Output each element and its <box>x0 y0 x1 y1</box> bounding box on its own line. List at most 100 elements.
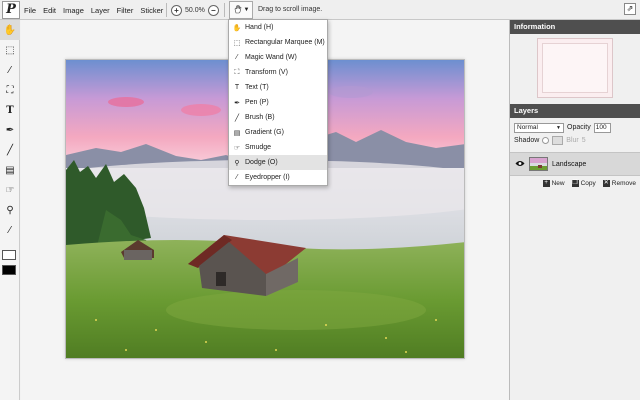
menu-filter[interactable]: Filter <box>117 6 134 15</box>
tool-palette: ✋ ⬚ ⁄ ⛶ T ✒ ╱ ▤ ☞ ⚲ ⁄ <box>0 20 20 400</box>
opacity-input[interactable]: 100 <box>593 122 611 133</box>
dropdown-item-eyedropper[interactable]: ⁄ Eyedropper (I) <box>229 170 327 185</box>
zoom-control: + 50.0% − <box>171 3 219 17</box>
dodge-icon: ⚲ <box>234 159 240 167</box>
gradient-icon: ▤ <box>5 164 15 176</box>
shadow-label: Shadow <box>514 137 540 144</box>
dropdown-item-label: Rectangular Marquee (M) <box>245 39 325 46</box>
layer-actions: + New ❐ Copy ✕ Remove <box>510 176 640 191</box>
text-icon: T <box>6 104 14 116</box>
layer-options: Normal ▼ Opacity 100 Shadow Blur 5 <box>510 118 640 150</box>
transform-icon: ⛶ <box>6 84 14 96</box>
layers-panel-title: Layers <box>510 104 640 118</box>
pen-icon: ✒ <box>234 99 240 107</box>
information-panel <box>510 34 640 104</box>
tool-select-button[interactable]: ▼ <box>229 1 253 19</box>
dropdown-item-label: Smudge <box>245 144 272 151</box>
smudge-tool-button[interactable]: ☞ <box>0 180 20 200</box>
tool-hint: Drag to scroll image. <box>258 6 323 13</box>
magic-wand-icon: ⁄ <box>236 54 238 61</box>
transform-tool-button[interactable]: ⛶ <box>0 80 20 100</box>
dropdown-item-label: Text (T) <box>245 84 269 91</box>
blend-mode-select[interactable]: Normal ▼ <box>514 122 564 133</box>
dropdown-item-label: Pen (P) <box>245 99 269 106</box>
information-panel-title: Information <box>510 20 640 34</box>
menu-sticker[interactable]: Sticker <box>140 6 163 15</box>
marquee-tool-button[interactable]: ⬚ <box>0 40 20 60</box>
hand-icon: ✋ <box>232 24 242 32</box>
text-tool-button[interactable]: T <box>0 100 20 120</box>
eye-icon[interactable] <box>515 159 525 169</box>
navigator-thumbnail[interactable] <box>537 38 613 98</box>
shadow-checkbox[interactable] <box>542 137 550 144</box>
layer-row[interactable]: Landscape <box>510 152 640 176</box>
menu-edit[interactable]: Edit <box>43 6 56 15</box>
menu-layer[interactable]: Layer <box>91 6 110 15</box>
blur-value[interactable]: 5 <box>582 137 586 144</box>
hand-tool-button[interactable]: ✋ <box>0 20 20 40</box>
zoom-value: 50.0% <box>185 6 205 14</box>
top-bar: P File Edit Image Layer Filter Sticker +… <box>0 0 640 20</box>
dodge-tool-button[interactable]: ⚲ <box>0 200 20 220</box>
color-swatches <box>2 250 16 275</box>
blur-label: Blur <box>566 137 579 144</box>
expand-icon[interactable]: ⇗ <box>624 3 636 15</box>
pen-icon: ✒ <box>5 124 15 136</box>
brush-icon: ╱ <box>234 114 240 122</box>
copy-layer-label: Copy <box>580 180 596 187</box>
eyedropper-icon: ⁄ <box>9 224 11 236</box>
dropdown-item-label: Magic Wand (W) <box>245 54 297 61</box>
layer-name: Landscape <box>552 160 587 168</box>
blend-mode-value: Normal <box>517 123 538 131</box>
hand-icon <box>233 4 243 16</box>
marquee-icon: ⬚ <box>5 44 15 56</box>
new-layer-button[interactable]: + New <box>542 180 565 187</box>
right-panel: Information Layers Normal ▼ Opacity 100 … <box>509 20 640 400</box>
dropdown-item-pen[interactable]: ✒ Pen (P) <box>229 95 327 110</box>
menu-file[interactable]: File <box>24 6 36 15</box>
dodge-icon: ⚲ <box>6 204 14 216</box>
zoom-in-button[interactable]: + <box>171 4 182 16</box>
dropdown-item-dodge[interactable]: ⚲ Dodge (O) <box>229 155 327 170</box>
layer-thumbnail <box>529 157 548 171</box>
chevron-down-icon: ▼ <box>556 124 561 131</box>
text-icon: T <box>234 84 240 91</box>
chevron-down-icon: ▼ <box>243 7 250 13</box>
dropdown-item-brush[interactable]: ╱ Brush (B) <box>229 110 327 125</box>
remove-layer-button[interactable]: ✕ Remove <box>602 180 636 187</box>
new-layer-label: New <box>551 180 565 187</box>
dropdown-item-label: Dodge (O) <box>245 159 278 166</box>
dropdown-item-label: Hand (H) <box>245 24 274 31</box>
dropdown-item-label: Transform (V) <box>245 69 288 76</box>
marquee-icon: ⬚ <box>233 39 241 47</box>
background-color-swatch[interactable] <box>2 250 16 260</box>
opacity-label: Opacity <box>567 124 591 131</box>
brush-icon: ╱ <box>6 144 14 156</box>
zoom-out-button[interactable]: − <box>207 4 219 16</box>
menu-image[interactable]: Image <box>63 6 84 15</box>
magic-wand-tool-button[interactable]: ⁄ <box>0 60 20 80</box>
eyedropper-tool-button[interactable]: ⁄ <box>0 220 20 240</box>
dropdown-item-marquee[interactable]: ⬚ Rectangular Marquee (M) <box>229 35 327 50</box>
app-logo: P <box>2 1 20 19</box>
transform-icon: ⛶ <box>234 68 240 76</box>
dropdown-item-label: Brush (B) <box>245 114 275 121</box>
dropdown-item-transform[interactable]: ⛶ Transform (V) <box>229 65 327 80</box>
shadow-color-swatch[interactable] <box>552 136 564 145</box>
divider <box>224 3 225 17</box>
dropdown-item-label: Eyedropper (I) <box>245 174 290 181</box>
eyedropper-icon: ⁄ <box>236 174 238 181</box>
dropdown-item-text[interactable]: T Text (T) <box>229 80 327 95</box>
dropdown-item-magic-wand[interactable]: ⁄ Magic Wand (W) <box>229 50 327 65</box>
foreground-color-swatch[interactable] <box>2 265 16 275</box>
copy-layer-button[interactable]: ❐ Copy <box>571 180 596 187</box>
copy-icon: ❐ <box>571 180 579 187</box>
brush-tool-button[interactable]: ╱ <box>0 140 20 160</box>
pen-tool-button[interactable]: ✒ <box>0 120 20 140</box>
dropdown-item-hand[interactable]: ✋ Hand (H) <box>229 20 327 35</box>
gradient-tool-button[interactable]: ▤ <box>0 160 20 180</box>
tool-dropdown-menu: ✋ Hand (H) ⬚ Rectangular Marquee (M) ⁄ Magic … <box>228 19 328 186</box>
remove-layer-label: Remove <box>611 180 636 187</box>
dropdown-item-gradient[interactable]: ▤ Gradient (G) <box>229 125 327 140</box>
dropdown-item-smudge[interactable]: ☞ Smudge <box>229 140 327 155</box>
